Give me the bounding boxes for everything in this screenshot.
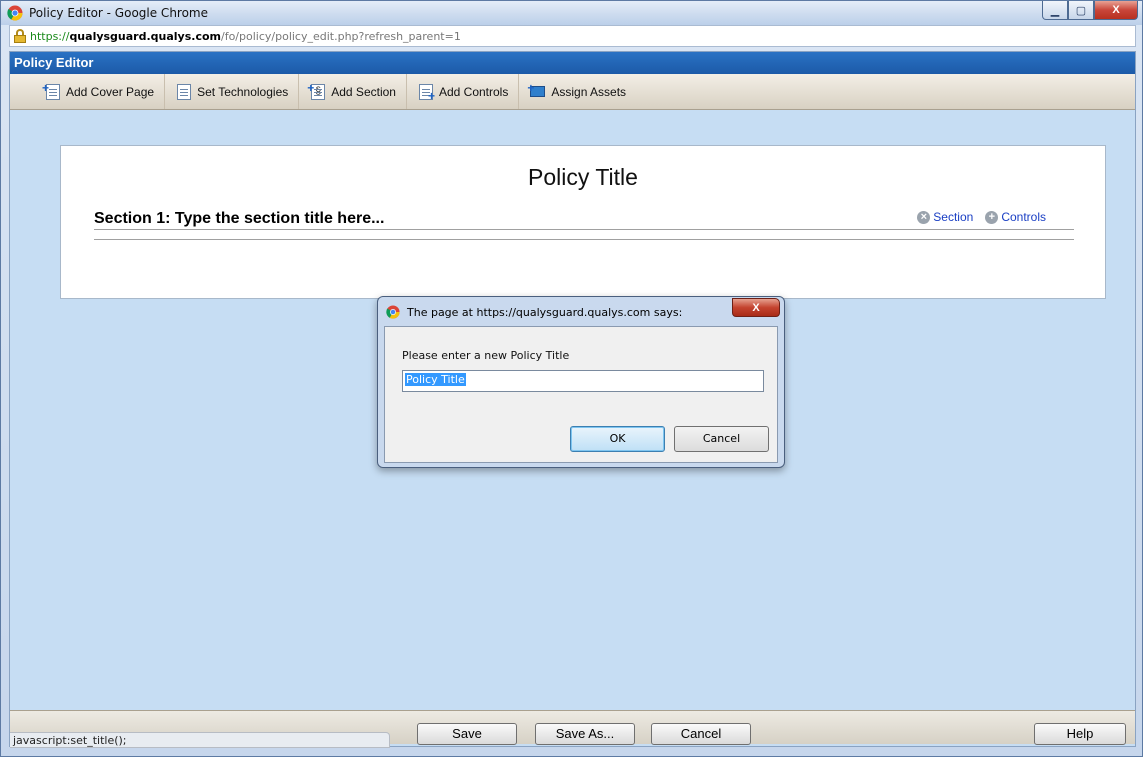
chrome-logo-icon xyxy=(386,305,400,319)
set-technologies-button[interactable]: Set Technologies xyxy=(165,74,300,109)
app-header: Policy Editor xyxy=(10,52,1135,74)
add-controls-label: Add Controls xyxy=(438,84,509,99)
lock-icon xyxy=(14,29,26,43)
bottom-bar: Save Save As... Cancel Help javascript:s… xyxy=(10,710,1135,748)
add-cover-page-button[interactable]: + Add Cover Page xyxy=(34,74,166,109)
minimize-button[interactable]: ▁ xyxy=(1042,1,1068,20)
close-window-button[interactable]: X xyxy=(1094,1,1138,20)
remove-icon: × xyxy=(917,210,931,224)
cancel-button[interactable]: Cancel xyxy=(651,723,751,745)
ok-button[interactable]: OK xyxy=(570,426,665,452)
dialog-message: Please enter a new Policy Title xyxy=(402,349,570,362)
add-icon: + xyxy=(985,210,999,224)
save-button[interactable]: Save xyxy=(417,723,517,745)
remove-section-link[interactable]: × Section xyxy=(917,210,973,224)
policy-title-input[interactable]: Policy Title xyxy=(402,370,764,392)
assign-assets-label: Assign Assets xyxy=(551,84,627,99)
section-row: Section 1: Type the section title here..… xyxy=(94,208,1074,230)
dialog-cancel-button[interactable]: Cancel xyxy=(674,426,769,452)
dialog-body: Please enter a new Policy Title Policy T… xyxy=(384,326,778,463)
add-section-icon: § + xyxy=(307,81,327,101)
controls-link-label: Controls xyxy=(1001,210,1046,224)
selected-input-text: Policy Title xyxy=(405,373,466,386)
policy-document-panel: Policy Title Section 1: Type the section… xyxy=(60,145,1106,299)
help-button[interactable]: Help xyxy=(1034,723,1126,745)
add-cover-page-icon: + xyxy=(42,81,62,101)
section-divider xyxy=(94,239,1074,240)
section-link-label: Section xyxy=(933,210,974,224)
add-controls-icon: + xyxy=(415,83,435,103)
add-section-label: Add Section xyxy=(331,84,396,99)
dialog-title: The page at https://qualysguard.qualys.c… xyxy=(407,305,683,319)
editor-toolbar: + Add Cover Page Set Technologies § + Add… xyxy=(10,74,1135,110)
assign-assets-button[interactable]: + Assign Assets xyxy=(519,74,636,109)
title-bar: Policy Editor - Google Chrome ▁ ▢ X xyxy=(1,1,1142,25)
set-technologies-icon xyxy=(173,83,193,101)
add-section-button[interactable]: § + Add Section xyxy=(299,74,407,109)
save-as-button[interactable]: Save As... xyxy=(535,723,635,745)
add-controls-button[interactable]: + Add Controls xyxy=(407,74,520,109)
section-title[interactable]: Section 1: Type the section title here..… xyxy=(94,210,384,228)
address-bar[interactable]: https://qualysguard.qualys.com/fo/policy… xyxy=(9,25,1136,47)
assign-assets-icon: + xyxy=(527,81,547,101)
url-scheme: https:// xyxy=(30,29,70,43)
window-title: Policy Editor - Google Chrome xyxy=(29,6,209,20)
url-path: /fo/policy/policy_edit.php?refresh_paren… xyxy=(221,29,461,43)
section-links: × Section + Controls xyxy=(917,210,1046,224)
dialog-close-button[interactable]: X xyxy=(732,298,780,317)
prompt-dialog: The page at https://qualysguard.qualys.c… xyxy=(377,296,785,468)
status-bar: javascript:set_title(); xyxy=(10,732,390,748)
policy-title[interactable]: Policy Title xyxy=(61,164,1105,191)
set-technologies-label: Set Technologies xyxy=(197,84,289,99)
add-controls-link[interactable]: + Controls xyxy=(985,210,1046,224)
url-host: qualysguard.qualys.com xyxy=(69,29,221,43)
chrome-logo-icon xyxy=(7,5,23,21)
maximize-button[interactable]: ▢ xyxy=(1068,1,1094,20)
window-controls: ▁ ▢ X xyxy=(1042,1,1138,21)
dialog-title-bar: The page at https://qualysguard.qualys.c… xyxy=(386,305,682,319)
add-cover-page-label: Add Cover Page xyxy=(66,84,155,99)
